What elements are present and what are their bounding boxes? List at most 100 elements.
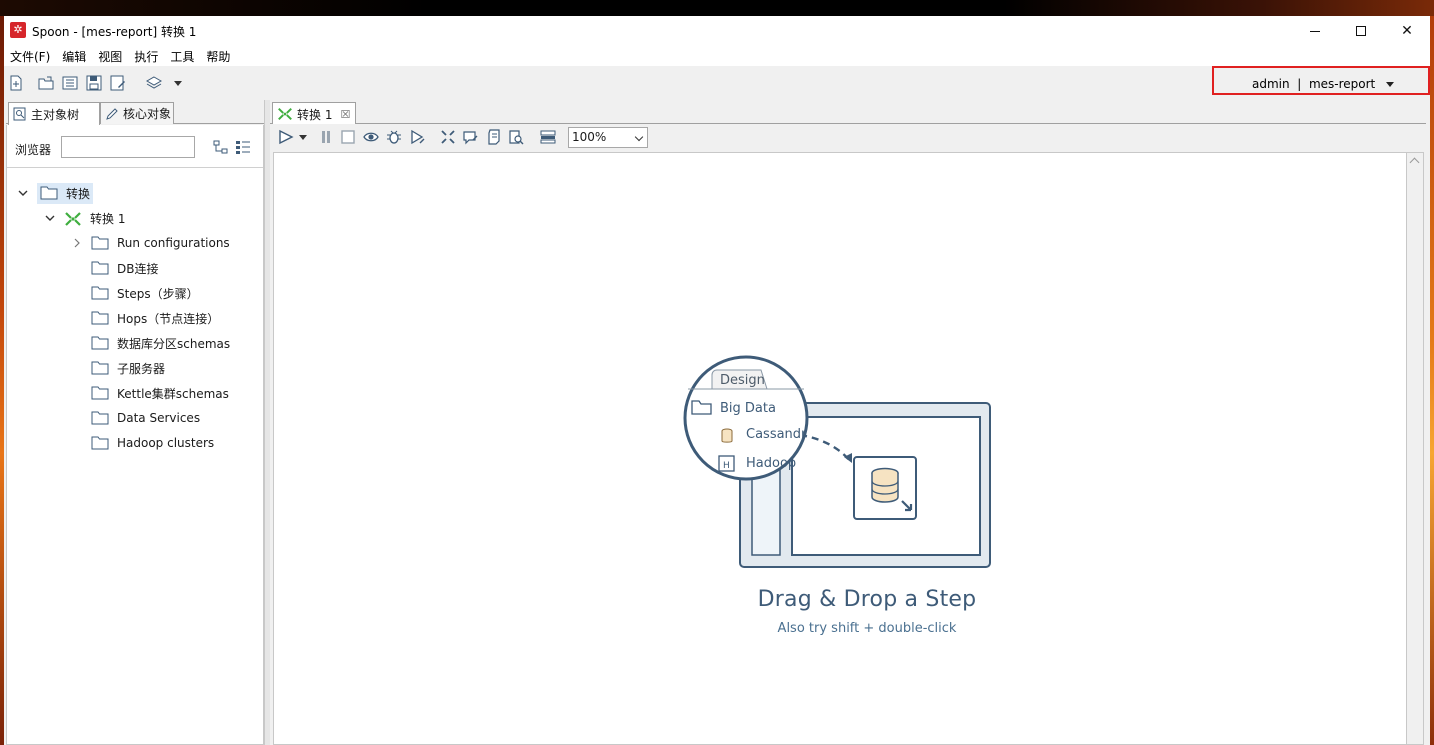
layers-icon[interactable] xyxy=(146,75,162,91)
transformation-canvas[interactable]: Design Big Data Cassandr H Hadoop Drag &… xyxy=(273,152,1407,745)
tree-item-partition-schemas[interactable]: 数据库分区schemas xyxy=(91,332,230,354)
tree-item-hadoop-clusters[interactable]: Hadoop clusters xyxy=(91,432,214,454)
panel-divider xyxy=(7,167,263,168)
chevron-down-icon[interactable] xyxy=(15,185,31,201)
user-repository-switcher[interactable]: admin | mes-report xyxy=(1212,66,1430,95)
folder-icon xyxy=(91,261,109,275)
show-results-icon[interactable] xyxy=(540,129,556,145)
tree-item-transformations-selected: 转换 xyxy=(37,182,94,204)
pause-icon[interactable] xyxy=(318,129,334,145)
menu-help[interactable]: 帮助 xyxy=(206,48,230,65)
user-separator: | xyxy=(1297,77,1302,91)
new-file-icon[interactable] xyxy=(8,75,24,91)
editor-tabs: 转换 1 ☒ xyxy=(270,102,1426,125)
save-icon[interactable] xyxy=(86,75,102,91)
menu-tools[interactable]: 工具 xyxy=(170,48,194,65)
menu-view[interactable]: 视图 xyxy=(98,48,122,65)
minimize-button[interactable] xyxy=(1292,16,1338,46)
browser-search-input[interactable] xyxy=(61,136,195,158)
chevron-down-icon[interactable] xyxy=(42,210,58,226)
tree-folder-label: Kettle集群schemas xyxy=(117,386,229,401)
pencil-icon xyxy=(106,107,118,120)
menu-file[interactable]: 文件(F) xyxy=(10,48,50,65)
tree-item-steps[interactable]: Steps（步骤） xyxy=(91,282,199,304)
folder-icon xyxy=(91,286,109,300)
close-tab-icon[interactable]: ☒ xyxy=(340,108,350,121)
explore-icon xyxy=(13,107,26,121)
illustration-item-cassandra: Cassandr xyxy=(746,427,807,442)
tree-folder-label: Hadoop clusters xyxy=(117,436,215,450)
tree-item-transformation-1[interactable]: 转换 1 xyxy=(42,207,125,229)
sql-script-icon[interactable] xyxy=(486,129,502,145)
folder-icon xyxy=(91,236,109,250)
folder-icon xyxy=(91,311,109,325)
chevron-right-icon[interactable] xyxy=(69,235,85,251)
transformation-toolbar: 100% xyxy=(270,124,1426,150)
folder-icon xyxy=(91,436,109,450)
menu-action[interactable]: 执行 xyxy=(134,48,158,65)
preview-eye-icon[interactable] xyxy=(363,129,379,145)
open-file-icon[interactable] xyxy=(38,75,54,91)
illustration-tab-label: Design xyxy=(720,373,765,388)
tree-item-run-configurations[interactable]: Run configurations xyxy=(69,232,230,254)
object-tree-panel: 浏览器 转换 转换 1 Run configurations DB连接 Step… xyxy=(6,125,264,745)
tab-transformation-1-label: 转换 1 xyxy=(297,107,333,122)
tree-folder-label: Data Services xyxy=(117,411,201,425)
tree-folder-label: DB连接 xyxy=(117,261,159,276)
tree-folder-label: 子服务器 xyxy=(117,361,166,376)
debug-bug-icon[interactable] xyxy=(386,129,402,145)
user-repository-label: admin | mes-report xyxy=(1252,77,1375,91)
left-panel: 主对象树 核心对象 浏览器 转换 转换 1 Run configurations… xyxy=(6,100,264,745)
browser-label: 浏览器 xyxy=(15,143,52,157)
tree-item-slave-servers[interactable]: 子服务器 xyxy=(91,357,165,379)
spoon-logo-icon: ✲ xyxy=(10,22,26,38)
spoon-window: ✲ Spoon - [mes-report] 转换 1 ✕ 文件(F) 编辑 视… xyxy=(4,16,1430,745)
tab-main-object-tree-label: 主对象树 xyxy=(31,107,80,122)
tree-root-label: 转换 xyxy=(66,186,91,201)
tree-item-hops[interactable]: Hops（节点连接） xyxy=(91,307,219,329)
run-options-chevron-down-icon[interactable] xyxy=(298,129,308,145)
close-icon: ✕ xyxy=(1401,23,1413,39)
replay-icon[interactable] xyxy=(410,129,426,145)
tree-child-label: 转换 1 xyxy=(90,211,126,226)
transformation-icon xyxy=(64,211,82,226)
tree-item-kettle-cluster-schemas[interactable]: Kettle集群schemas xyxy=(91,382,229,404)
dropdown-caret-icon xyxy=(1386,82,1394,87)
window-title: Spoon - [mes-report] 转换 1 xyxy=(32,25,197,39)
verify-icon[interactable] xyxy=(440,129,456,145)
expand-all-icon[interactable] xyxy=(213,139,229,155)
canvas-vertical-scrollbar[interactable] xyxy=(1407,152,1424,745)
stop-icon[interactable] xyxy=(340,129,356,145)
run-icon[interactable] xyxy=(278,129,294,145)
folder-icon xyxy=(40,186,58,200)
chevron-down-icon[interactable] xyxy=(170,75,186,91)
database-explorer-icon[interactable] xyxy=(508,129,524,145)
menu-edit[interactable]: 编辑 xyxy=(62,48,86,65)
chevron-down-icon xyxy=(634,132,644,142)
maximize-button[interactable] xyxy=(1338,16,1384,46)
tab-main-object-tree[interactable]: 主对象树 xyxy=(8,102,100,125)
desktop-background xyxy=(0,0,1434,16)
tree-item-transformations[interactable]: 转换 xyxy=(15,182,94,204)
tab-core-objects[interactable]: 核心对象 xyxy=(100,102,174,124)
repository-name: mes-report xyxy=(1308,77,1376,91)
tree-item-data-services[interactable]: Data Services xyxy=(91,407,200,429)
tab-core-objects-label: 核心对象 xyxy=(123,107,172,121)
scroll-up-icon[interactable] xyxy=(1409,157,1420,168)
impact-analysis-icon[interactable] xyxy=(463,129,479,145)
illustration-item-hadoop: Hadoop xyxy=(746,456,796,471)
collapse-all-icon[interactable] xyxy=(235,139,251,155)
explore-repository-icon[interactable] xyxy=(62,75,78,91)
tree-item-db-connections[interactable]: DB连接 xyxy=(91,257,158,279)
tree-folder-label: 数据库分区schemas xyxy=(117,336,231,351)
minimize-icon xyxy=(1310,30,1320,32)
tree-folder-label: Run configurations xyxy=(117,236,230,250)
tab-transformation-1[interactable]: 转换 1 ☒ xyxy=(272,102,356,125)
close-button[interactable]: ✕ xyxy=(1384,16,1430,46)
main-toolbar: admin | mes-report xyxy=(4,66,1430,100)
transformation-icon xyxy=(278,107,292,121)
zoom-select[interactable]: 100% xyxy=(568,127,648,148)
save-as-icon[interactable] xyxy=(110,75,126,91)
folder-icon xyxy=(91,336,109,350)
empty-canvas-title: Drag & Drop a Step xyxy=(757,587,977,612)
